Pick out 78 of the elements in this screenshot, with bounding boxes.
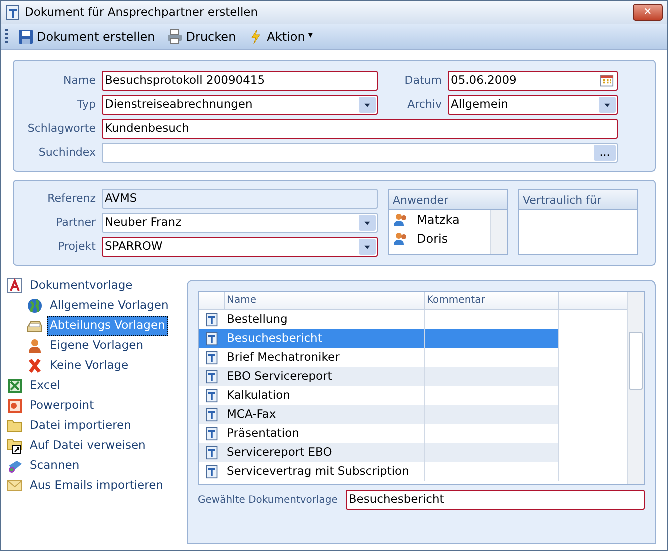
sidebar-item[interactable]: Powerpoint: [27, 396, 98, 416]
users-icon: [393, 230, 409, 246]
input-field[interactable]: Besuchsprotokoll 20090415: [102, 71, 378, 91]
field-label: Schlagworte: [26, 120, 96, 137]
sidebar-item[interactable]: Aus Emails importieren: [27, 476, 166, 496]
date-field[interactable]: 05.06.2009: [448, 71, 618, 91]
input-field[interactable]: Besuchesbericht: [346, 490, 645, 510]
sidebar-item[interactable]: Datei importieren: [27, 416, 134, 436]
list-item[interactable]: Matzka: [417, 210, 460, 228]
document-icon: [205, 350, 219, 366]
field-label: Typ: [76, 96, 96, 113]
document-icon: [5, 4, 21, 20]
document-icon: [205, 406, 219, 422]
document-icon: [205, 464, 219, 480]
envelope-icon: [7, 478, 23, 494]
scrollbar[interactable]: [490, 210, 507, 254]
printer-icon: [167, 28, 184, 44]
globe-icon: [27, 298, 43, 314]
document-icon: [205, 330, 219, 346]
field-label: Projekt: [57, 238, 96, 255]
folder-icon: [7, 418, 23, 434]
confidential-list[interactable]: Vertraulich für: [518, 189, 638, 255]
sidebar-item[interactable]: Excel: [27, 376, 64, 396]
cross-icon: [27, 358, 43, 374]
column-header[interactable]: Kommentar: [425, 292, 559, 309]
window-title: Dokument für Ansprechpartner erstellen: [25, 4, 258, 21]
scrollbar[interactable]: [627, 292, 644, 484]
document-icon: [205, 388, 219, 404]
scanner-icon: [7, 458, 23, 474]
list-item[interactable]: Doris: [417, 230, 448, 248]
input-field[interactable]: ...: [102, 143, 618, 163]
sidebar-item[interactable]: Auf Datei verweisen: [27, 436, 149, 456]
document-icon: [205, 444, 219, 460]
sidebar-item[interactable]: Keine Vorlage: [47, 356, 132, 376]
field-label: Partner: [55, 214, 96, 231]
sidebar-item[interactable]: Dokumentvorlage: [27, 276, 136, 296]
field-label: Datum: [404, 72, 442, 89]
field-label: Referenz: [46, 190, 96, 207]
list-header: Vertraulich für: [519, 190, 637, 210]
users-icon: [393, 212, 409, 228]
action-menu-button[interactable]: Aktion ▾: [246, 26, 315, 46]
dropdown-button[interactable]: [359, 97, 376, 113]
dropdown-field[interactable]: Neuber Franz: [102, 213, 378, 233]
field-label: Archiv: [406, 96, 442, 113]
folder-shortcut-icon: [7, 438, 23, 454]
user-list[interactable]: Anwender Matzka Doris: [388, 189, 508, 255]
list-header: Anwender: [389, 190, 507, 210]
dropdown-button[interactable]: [359, 239, 376, 255]
sidebar-item[interactable]: Eigene Vorlagen: [47, 336, 146, 356]
spreadsheet-icon: [7, 378, 23, 394]
table-row[interactable]: Servicevertrag mit Subscription: [199, 462, 559, 481]
column-header[interactable]: Name: [225, 292, 425, 309]
table-row[interactable]: Servicereport EBO: [199, 443, 559, 462]
person-icon: [27, 338, 43, 354]
field-label: Name: [62, 72, 96, 89]
document-icon: [205, 426, 219, 442]
dropdown-field[interactable]: SPARROW: [102, 237, 378, 257]
create-document-button[interactable]: Dokument erstellen: [16, 26, 158, 46]
dropdown-button[interactable]: [359, 215, 376, 231]
sidebar-item[interactable]: Scannen: [27, 456, 83, 476]
table-row[interactable]: MCA-Fax: [199, 405, 559, 424]
presentation-icon: [7, 398, 23, 414]
input-field[interactable]: AVMS: [102, 189, 378, 209]
input-field[interactable]: Kundenbesuch: [102, 119, 618, 139]
dropdown-field[interactable]: Dienstreiseabrechnungen: [102, 95, 378, 115]
field-label: Gewählte Dokumentvorlage: [198, 494, 338, 508]
print-button[interactable]: Drucken: [165, 26, 238, 46]
browse-button[interactable]: ...: [594, 145, 616, 161]
field-label: Suchindex: [38, 144, 96, 161]
table-row[interactable]: EBO Servicereport: [199, 367, 559, 386]
letter-a-icon: [7, 278, 23, 294]
calendar-icon: [599, 74, 615, 88]
dropdown-field[interactable]: Allgemein: [448, 95, 618, 115]
toolbar-grip: [5, 28, 8, 44]
document-icon: [205, 368, 219, 384]
document-icon: [205, 312, 219, 328]
dropdown-button[interactable]: [599, 97, 616, 113]
sidebar-item[interactable]: Allgemeine Vorlagen: [47, 296, 172, 316]
